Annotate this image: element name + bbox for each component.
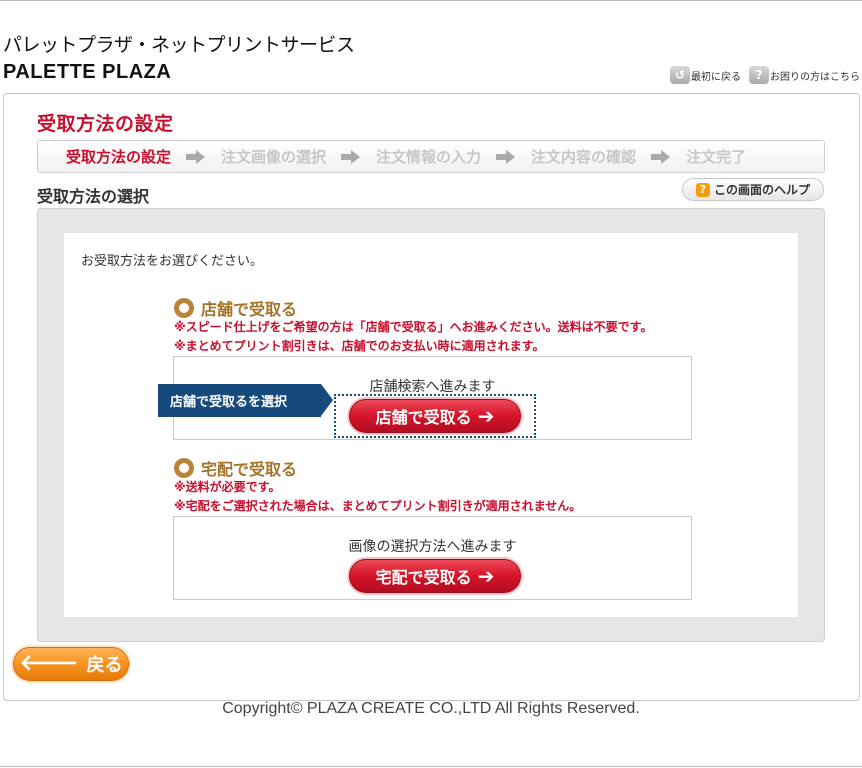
step-4: 注文内容の確認 <box>531 148 637 166</box>
delivery-option-heading: 宅配で受取る <box>174 456 297 480</box>
step-3: 注文情報の入力 <box>376 148 482 166</box>
step-2: 注文画像の選択 <box>221 148 327 166</box>
option-bullet-icon <box>174 298 194 318</box>
bottom-rule <box>0 766 862 767</box>
step-1: 受取方法の設定 <box>66 148 172 166</box>
copyright: Copyright© PLAZA CREATE CO.,LTD All Righ… <box>222 700 640 717</box>
step-progress: 受取方法の設定 注文画像の選択 注文情報の入力 注文内容の確認 注文完了 <box>37 140 825 173</box>
store-select-tag-label: 店舗で受取るを選択 <box>170 395 288 410</box>
section-title: 受取方法の選択 <box>37 187 150 206</box>
back-to-start-icon: ↺ <box>670 66 690 84</box>
delivery-option-heading-text: 宅配で受取る <box>201 460 298 479</box>
arrow-left-icon: 🡐 <box>19 651 79 676</box>
store-pickup-button-label: 店舗で受取る <box>375 408 472 427</box>
store-note-1: ※スピード仕上げをご希望の方は「店舗で受取る」へお進みください。送料は不要です。 <box>174 320 653 334</box>
step-arrow-icon <box>651 149 671 165</box>
page-title: 受取方法の設定 <box>37 113 174 135</box>
screen-help-button[interactable]: ? この画面のヘルプ <box>682 178 824 201</box>
delivery-note-1: ※送料が必要です。 <box>174 480 281 494</box>
arrow-right-icon: ➔ <box>477 564 495 588</box>
store-note-2: ※まとめてプリント割引きは、店舗でのお支払い時に適用されます。 <box>174 339 545 353</box>
back-button-label: 戻る <box>86 655 123 676</box>
step-arrow-icon <box>496 149 516 165</box>
store-select-tag: 店舗で受取るを選択 <box>158 384 333 417</box>
store-option-heading-text: 店舗で受取る <box>201 300 298 319</box>
help-icon: ? <box>695 182 710 197</box>
brand-logo: PALETTE PLAZA <box>3 61 172 83</box>
delivery-button[interactable]: 宅配で受取る ➔ <box>349 559 521 593</box>
screen-help-label: この画面のヘルプ <box>713 183 810 197</box>
step-arrow-icon <box>341 149 361 165</box>
help-link[interactable]: ? お困りの方はこちら <box>749 66 860 84</box>
store-pickup-button[interactable]: 店舗で受取る ➔ <box>349 399 521 433</box>
delivery-button-label: 宅配で受取る <box>375 568 472 587</box>
back-button[interactable]: 🡐 戻る <box>13 647 129 681</box>
question-icon: ? <box>749 66 769 84</box>
brand-title-jp: パレットプラザ・ネットプリントサービス <box>3 34 355 56</box>
top-rule <box>0 0 862 1</box>
store-option-heading: 店舗で受取る <box>174 296 297 320</box>
step-5: 注文完了 <box>686 148 747 166</box>
delivery-option-caption: 画像の選択方法へ進みます <box>348 539 517 555</box>
help-link-label: お困りの方はこちら <box>770 71 860 83</box>
header-links: ↺ 最初に戻る ? お困りの方はこちら <box>670 66 860 84</box>
instruction-text: お受取方法をお選びください。 <box>81 254 264 269</box>
option-bullet-icon <box>174 458 194 478</box>
back-to-start-label: 最初に戻る <box>691 71 741 83</box>
step-arrow-icon <box>186 149 206 165</box>
back-to-start-link[interactable]: ↺ 最初に戻る <box>670 66 741 84</box>
arrow-right-icon: ➔ <box>477 404 495 428</box>
delivery-note-2: ※宅配をご選択された場合は、まとめてプリント割引きが適用されません。 <box>174 499 582 513</box>
